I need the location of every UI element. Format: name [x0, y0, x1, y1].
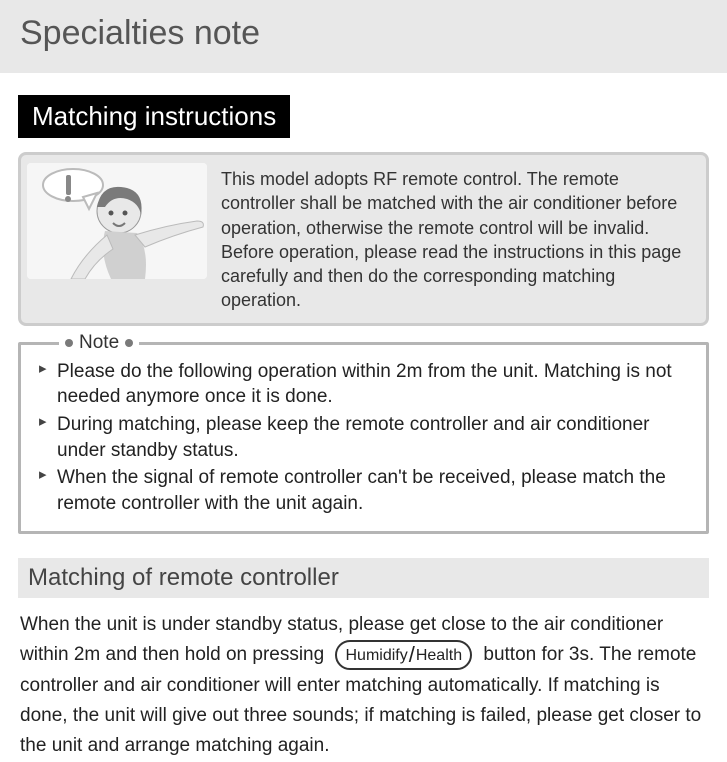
humidify-health-button-icon: Humidify/Health [335, 640, 472, 670]
info-text: This model adopts RF remote control. The… [221, 163, 692, 313]
note-label-text: Note [79, 332, 119, 354]
matching-paragraph: When the unit is under standby status, p… [18, 610, 709, 762]
content-area: Matching instructions [0, 73, 727, 762]
button-text-left: Humidify [345, 646, 407, 665]
note-item: During matching, please keep the remote … [39, 412, 692, 463]
note-item: When the signal of remote controller can… [39, 465, 692, 516]
info-box: This model adopts RF remote control. The… [18, 152, 709, 326]
button-text-right: Health [416, 646, 462, 665]
note-list: Please do the following operation within… [39, 359, 692, 517]
header-banner: Specialties note [0, 0, 727, 73]
info-text-line1: This model adopts RF remote control. The… [221, 169, 677, 238]
page-title: Specialties note [20, 14, 707, 53]
info-text-line2: Before operation, please read the instru… [221, 242, 681, 311]
slash-icon: / [409, 642, 415, 668]
note-item: Please do the following operation within… [39, 359, 692, 410]
note-box: Note Please do the following operation w… [18, 342, 709, 534]
section-title-matching-instructions: Matching instructions [18, 95, 290, 138]
section-title-matching-remote: Matching of remote controller [18, 558, 709, 598]
note-label: Note [59, 332, 139, 354]
woman-pointing-illustration [27, 163, 207, 279]
